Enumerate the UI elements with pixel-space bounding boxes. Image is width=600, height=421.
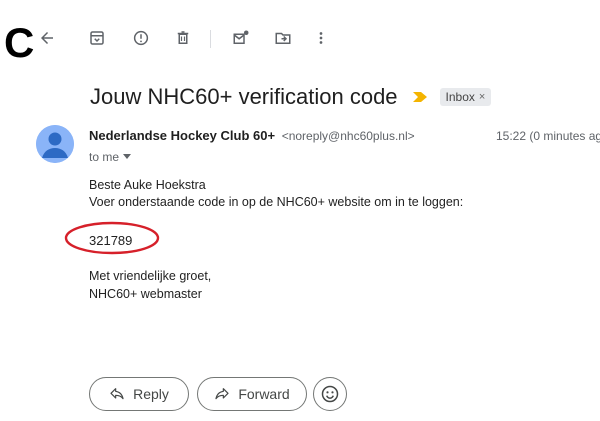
remove-label-icon[interactable]: × [479, 91, 485, 103]
sender-name[interactable]: Nederlandse Hockey Club 60+ [89, 128, 275, 143]
back-arrow-icon[interactable] [36, 27, 58, 49]
closing-text: Met vriendelijke groet, [89, 269, 212, 283]
toolbar-divider [210, 30, 211, 48]
greeting-text: Beste Auke Hoekstra [89, 178, 206, 192]
person-icon [36, 125, 74, 163]
forward-icon [215, 388, 229, 400]
instruction-text: Voer onderstaande code in op de NHC60+ w… [89, 195, 464, 209]
signature-text: NHC60+ webmaster [89, 287, 202, 301]
verification-code: 321789 [89, 233, 133, 248]
email-toolbar [0, 18, 600, 58]
recipient-dropdown[interactable]: to me [89, 150, 132, 164]
reply-button[interactable]: Reply [89, 377, 189, 411]
sender-email: <noreply@nhc60plus.nl> [281, 129, 415, 143]
email-subject: Jouw NHC60+ verification code [90, 84, 398, 109]
inbox-label-chip[interactable]: Inbox × [439, 88, 492, 106]
delete-icon[interactable] [172, 27, 194, 49]
sender-avatar [36, 125, 74, 163]
chevron-down-icon [123, 154, 132, 159]
mark-unread-icon[interactable] [230, 27, 252, 49]
emoji-reaction-button[interactable] [313, 377, 347, 411]
archive-icon[interactable] [86, 27, 108, 49]
forward-label: Forward [238, 386, 290, 402]
report-spam-icon[interactable] [130, 27, 152, 49]
importance-marker-icon[interactable] [412, 91, 428, 103]
sender-row: Nederlandse Hockey Club 60+ <noreply@nhc… [89, 128, 600, 143]
move-to-icon[interactable] [272, 27, 294, 49]
reply-icon [110, 388, 124, 400]
more-vert-icon[interactable] [310, 27, 332, 49]
smiley-icon [321, 385, 339, 403]
email-timestamp: 15:22 (0 minutes ago) [496, 129, 600, 143]
label-chip-text: Inbox [445, 90, 475, 104]
recipient-label: to me [89, 150, 120, 164]
subject-row: Jouw NHC60+ verification code Inbox × [90, 80, 492, 114]
reply-label: Reply [133, 386, 169, 402]
forward-button[interactable]: Forward [197, 377, 307, 411]
